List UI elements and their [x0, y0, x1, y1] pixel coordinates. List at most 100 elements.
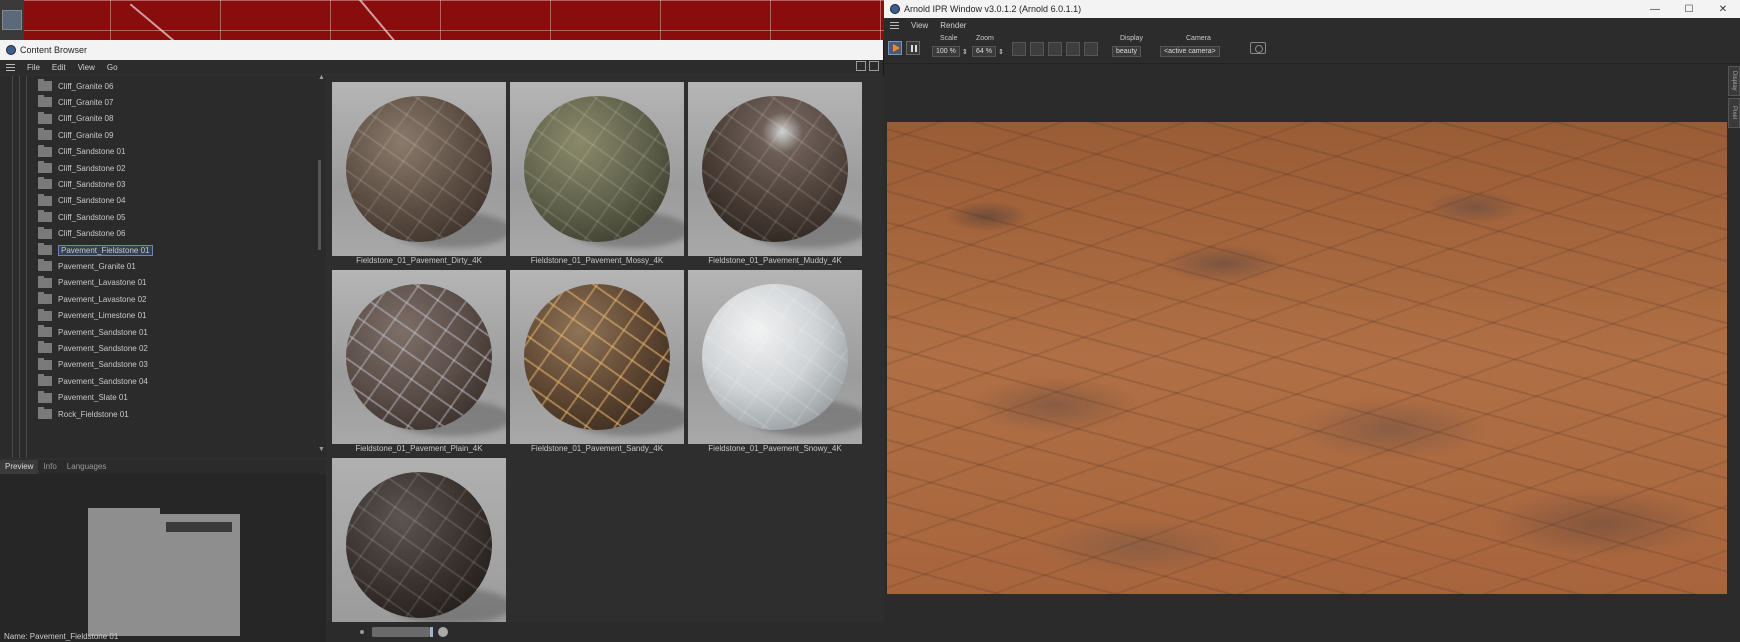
- close-button[interactable]: ✕: [1706, 0, 1740, 18]
- folder-icon: [38, 79, 52, 91]
- folder-icon: [38, 177, 52, 190]
- scale-spinner-icon[interactable]: ⇕: [962, 48, 968, 56]
- tree-item[interactable]: Cliff_Sandstone 01: [38, 144, 125, 160]
- crop-icon[interactable]: [1066, 42, 1080, 56]
- folder-icon: [38, 161, 52, 173]
- brush-icon[interactable]: [1084, 42, 1098, 56]
- side-tab-pixel[interactable]: Pixel: [1728, 98, 1740, 128]
- zoom-value[interactable]: 64 %: [972, 46, 996, 57]
- tree-item[interactable]: Cliff_Sandstone 04: [38, 193, 125, 209]
- folder-icon: [38, 210, 52, 223]
- camera-select[interactable]: <active camera>: [1160, 46, 1220, 57]
- folder-tree: Cliff_Granite 06 Cliff_Granite 07 Cliff_Gr…: [0, 76, 326, 458]
- tree-item[interactable]: Pavement_Sandstone 04: [38, 373, 148, 389]
- home-icon[interactable]: [869, 61, 879, 71]
- tree-item-label: Cliff_Sandstone 06: [58, 229, 126, 239]
- tree-item[interactable]: Cliff_Granite 09: [38, 127, 113, 143]
- tree-item-label: Cliff_Sandstone 02: [58, 163, 126, 173]
- small-size-icon[interactable]: [360, 630, 364, 634]
- thumbnail-image: [688, 82, 862, 256]
- globe-icon[interactable]: [1030, 42, 1044, 56]
- large-size-icon[interactable]: [438, 627, 448, 637]
- tree-item[interactable]: Pavement_Fieldstone 01: [38, 242, 153, 258]
- display-select[interactable]: beauty: [1112, 46, 1142, 57]
- tree-guide-lines: [6, 76, 32, 458]
- folder-icon-slot: [166, 522, 232, 532]
- asset-label: Fieldstone_01_Pavement_Sandy_4K: [530, 444, 664, 453]
- side-tab-display[interactable]: Display: [1728, 66, 1740, 96]
- tree-item[interactable]: Rock_Fieldstone 01: [38, 406, 129, 422]
- content-browser-titlebar[interactable]: Content Browser: [0, 40, 883, 60]
- menu-file[interactable]: File: [27, 63, 40, 72]
- tree-item[interactable]: Pavement_Lavastone 01: [38, 275, 147, 291]
- folder-icon: [38, 259, 52, 272]
- tree-item-label: Pavement_Lavastone 02: [58, 294, 147, 304]
- menu-render[interactable]: Render: [940, 21, 966, 30]
- slider-handle[interactable]: [430, 627, 433, 637]
- asset-thumbnail[interactable]: Fieldstone_01_Pavement_Mossy_4K: [510, 82, 684, 265]
- tree-scrollbar[interactable]: [316, 80, 322, 400]
- maximize-button[interactable]: ☐: [1672, 0, 1706, 18]
- tree-item[interactable]: Pavement_Lavastone 02: [38, 291, 147, 307]
- zoom-spinner-icon[interactable]: ⇕: [998, 48, 1004, 56]
- scale-field[interactable]: 100 % ⇕: [932, 46, 968, 57]
- thumbnail-size-slider[interactable]: [372, 627, 430, 637]
- menu-view[interactable]: View: [78, 63, 95, 72]
- asset-thumbnail[interactable]: [332, 458, 506, 632]
- tree-item-label: Cliff_Sandstone 04: [58, 196, 126, 206]
- cube-icon[interactable]: [2, 10, 22, 30]
- ipr-titlebar[interactable]: Arnold IPR Window v3.0.1.2 (Arnold 6.0.1…: [884, 0, 1740, 18]
- asset-thumbnail[interactable]: Fieldstone_01_Pavement_Muddy_4K: [688, 82, 862, 265]
- asset-thumbnail[interactable]: Fieldstone_01_Pavement_Dirty_4K: [332, 82, 506, 265]
- scale-value[interactable]: 100 %: [932, 46, 960, 57]
- tree-item[interactable]: Cliff_Granite 06: [38, 78, 113, 94]
- zoom-field[interactable]: 64 % ⇕: [972, 46, 1004, 57]
- folder-icon: [38, 292, 52, 305]
- folder-icon: [38, 95, 52, 108]
- thumbnail-image: [688, 270, 862, 444]
- play-render-button[interactable]: [888, 41, 902, 55]
- tree-item[interactable]: Cliff_Sandstone 02: [38, 160, 125, 176]
- maximize-panel-icon[interactable]: [856, 61, 866, 71]
- tab-info[interactable]: Info: [38, 460, 61, 474]
- tree-item[interactable]: Cliff_Sandstone 05: [38, 209, 125, 225]
- camera-label: Camera: [1186, 35, 1211, 42]
- tree-item[interactable]: Pavement_Granite 01: [38, 258, 136, 274]
- selected-name-label: Name: Pavement_Fieldstone 01: [4, 632, 119, 641]
- tree-item-label: Pavement_Sandstone 01: [58, 327, 148, 337]
- folder-icon: [38, 275, 52, 288]
- minimize-button[interactable]: —: [1638, 0, 1672, 18]
- tree-item-label: Pavement_Sandstone 03: [58, 360, 148, 370]
- channels-icon[interactable]: [1048, 42, 1062, 56]
- tree-item-label: Cliff_Granite 09: [58, 130, 114, 140]
- tree-item[interactable]: Pavement_Sandstone 01: [38, 324, 148, 340]
- tree-item[interactable]: Pavement_Sandstone 02: [38, 340, 148, 356]
- tree-item[interactable]: Cliff_Sandstone 06: [38, 226, 125, 242]
- tree-item[interactable]: Cliff_Granite 07: [38, 94, 113, 110]
- asset-thumbnail[interactable]: Fieldstone_01_Pavement_Plain_4K: [332, 270, 506, 453]
- pause-render-button[interactable]: [906, 41, 920, 55]
- ipr-toolbar: Scale 100 % ⇕ Zoom 64 % ⇕ Display beauty C…: [884, 32, 1740, 64]
- asset-thumbnail[interactable]: Fieldstone_01_Pavement_Sandy_4K: [510, 270, 684, 453]
- region-icon[interactable]: [1012, 42, 1026, 56]
- menu-edit[interactable]: Edit: [52, 63, 66, 72]
- tree-item[interactable]: Pavement_Sandstone 03: [38, 357, 148, 373]
- tab-preview[interactable]: Preview: [0, 460, 39, 474]
- menu-hamburger-icon[interactable]: [6, 63, 15, 71]
- asset-label: Fieldstone_01_Pavement_Muddy_4K: [708, 256, 842, 265]
- tree-item[interactable]: Cliff_Sandstone 03: [38, 176, 125, 192]
- tab-languages[interactable]: Languages: [62, 460, 112, 474]
- asset-thumbnail[interactable]: Fieldstone_01_Pavement_Snowy_4K: [688, 270, 862, 453]
- snapshot-camera-icon[interactable]: [1250, 42, 1266, 54]
- tree-scroll-down-icon[interactable]: ▼: [318, 446, 325, 453]
- render-viewport[interactable]: [887, 122, 1727, 594]
- tree-item[interactable]: Pavement_Limestone 01: [38, 308, 147, 324]
- tree-item[interactable]: Pavement_Slate 01: [38, 390, 128, 406]
- menu-hamburger-icon[interactable]: [890, 21, 899, 29]
- thumbnail-image: [332, 270, 506, 444]
- tree-item[interactable]: Cliff_Granite 08: [38, 111, 113, 127]
- menu-go[interactable]: Go: [107, 63, 118, 72]
- tree-item-label: Pavement_Granite 01: [58, 261, 136, 271]
- render-image-detail: [887, 122, 1727, 594]
- menu-view[interactable]: View: [911, 21, 928, 30]
